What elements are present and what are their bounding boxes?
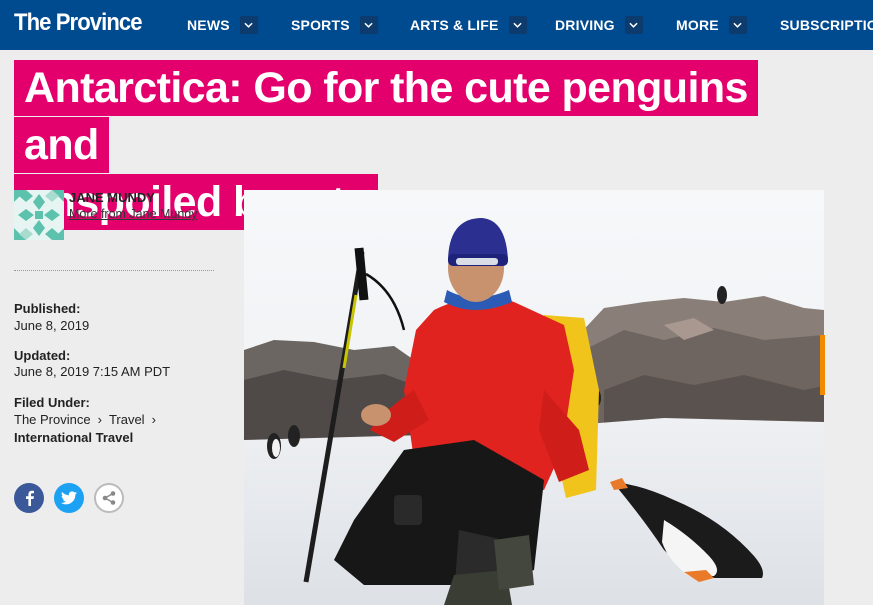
author-avatar[interactable] <box>14 190 64 240</box>
nav-item-more[interactable]: MORE <box>676 0 747 50</box>
crumb-the-province[interactable]: The Province <box>14 412 91 427</box>
nav-item-label: DRIVING <box>555 17 615 33</box>
site-logo[interactable]: The Province <box>14 9 143 37</box>
crumb-international-travel[interactable]: International Travel <box>14 430 133 445</box>
published-date: June 8, 2019 <box>14 318 90 333</box>
published-label: Published: <box>14 301 81 316</box>
nav-item-label: SUBSCRIPTION <box>780 17 873 33</box>
facebook-icon <box>26 490 34 506</box>
updated-date: June 8, 2019 7:15 AM PDT <box>14 364 171 379</box>
twitter-icon <box>61 491 77 505</box>
headline-line: Antarctica: Go for the cute penguins and <box>14 60 758 173</box>
crumb-separator: › <box>97 412 102 427</box>
byline-divider <box>14 270 214 271</box>
nav-item-label: NEWS <box>187 17 230 33</box>
nav-item-label: SPORTS <box>291 17 350 33</box>
breadcrumb: The Province › Travel › <box>14 412 163 427</box>
chevron-down-icon[interactable] <box>728 16 747 34</box>
twitter-share-button[interactable] <box>54 483 84 513</box>
crumb-separator: › <box>151 412 156 427</box>
article-photo[interactable] <box>244 190 824 605</box>
nav-item-label: ARTS & LIFE <box>410 17 499 33</box>
updated-label: Updated: <box>14 348 71 363</box>
side-tab[interactable] <box>820 335 825 395</box>
chevron-down-icon[interactable] <box>624 16 643 34</box>
facebook-share-button[interactable] <box>14 483 44 513</box>
filed-under-label: Filed Under: <box>14 395 90 410</box>
author-name[interactable]: JANE MUNDY <box>69 190 155 205</box>
chevron-down-icon[interactable] <box>239 16 258 34</box>
share-button[interactable] <box>94 483 124 513</box>
top-nav: The Province NEWS SPORTS ARTS & LIFE DRI… <box>0 0 873 50</box>
more-from-author-link[interactable]: More from Jane Mundy <box>69 207 198 221</box>
share-icon <box>102 491 116 505</box>
nav-item-sports[interactable]: SPORTS <box>291 0 378 50</box>
crumb-travel[interactable]: Travel <box>109 412 145 427</box>
chevron-down-icon[interactable] <box>508 16 527 34</box>
chevron-down-icon[interactable] <box>359 16 378 34</box>
nav-item-driving[interactable]: DRIVING <box>555 0 643 50</box>
nav-item-news[interactable]: NEWS <box>187 0 258 50</box>
nav-item-arts-life[interactable]: ARTS & LIFE <box>410 0 527 50</box>
antarctica-penguin-photo <box>244 190 824 605</box>
nav-item-subscription[interactable]: SUBSCRIPTION <box>780 0 873 50</box>
nav-item-label: MORE <box>676 17 719 33</box>
